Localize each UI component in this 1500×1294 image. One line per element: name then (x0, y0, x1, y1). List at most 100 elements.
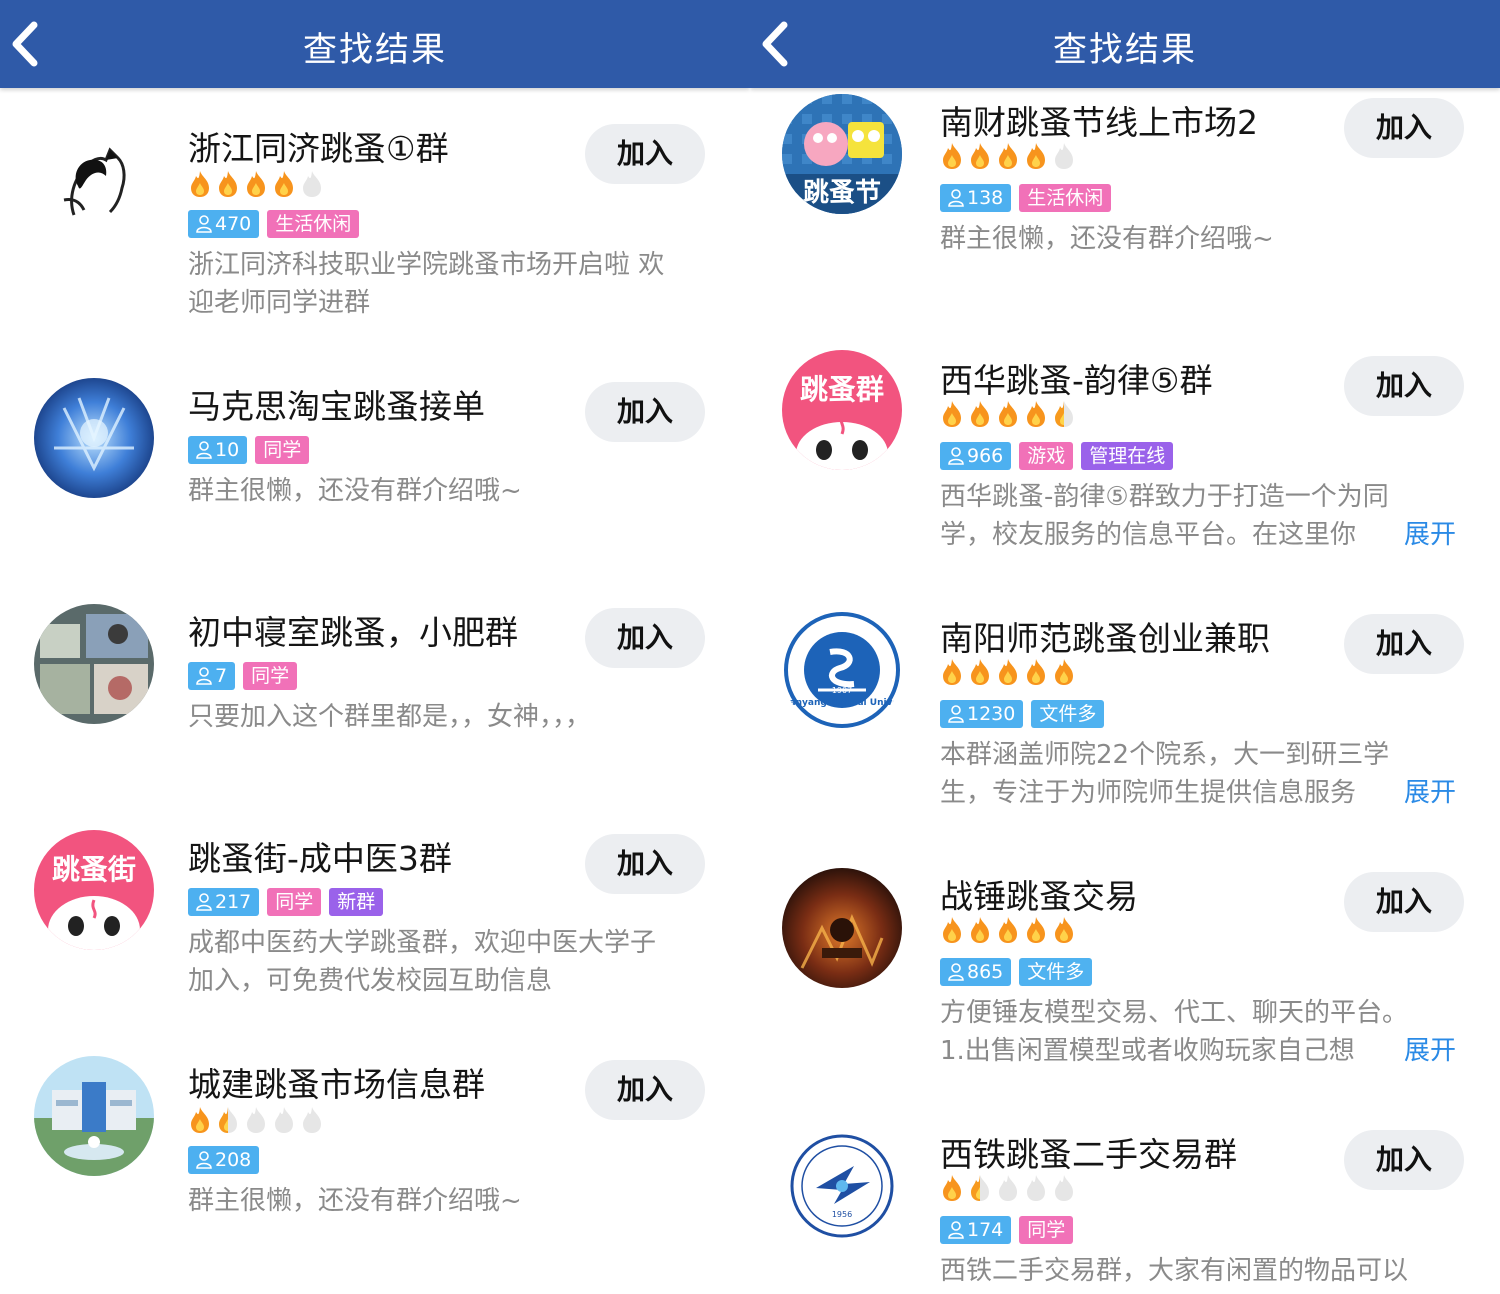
flame-icon (1055, 143, 1073, 169)
join-button[interactable]: 加入 (585, 382, 705, 442)
member-count-badge: 7 (188, 662, 236, 690)
tag-row: 10 同学 (188, 436, 310, 464)
expand-link[interactable]: 展开 (1370, 1032, 1457, 1070)
flame-icon (971, 401, 989, 427)
group-description: 方便锤友模型交易、代工、聊天的平台。 (940, 998, 1409, 1028)
category-tag: 生活休闲 (1019, 184, 1112, 212)
flame-icon (943, 659, 961, 685)
group-name[interactable]: 初中寝室跳蚤，小肥群 (188, 606, 518, 654)
member-count: 966 (967, 445, 1004, 467)
tag-row: 470 生活休闲 (188, 210, 360, 238)
member-count-badge: 10 (188, 436, 248, 464)
flame-icon (275, 171, 293, 197)
join-button[interactable]: 加入 (585, 834, 705, 894)
avatar-image (34, 604, 154, 724)
flame-icon (1055, 659, 1073, 685)
join-button[interactable]: 加入 (585, 608, 705, 668)
group-name[interactable]: 跳蚤街-成中医3群 (188, 832, 452, 880)
person-icon (948, 1221, 964, 1239)
group-avatar[interactable] (34, 604, 154, 724)
group-name[interactable]: 西铁跳蚤二手交易群 (940, 1128, 1237, 1176)
group-name[interactable]: 南阳师范跳蚤创业兼职 (940, 612, 1270, 660)
category-tag: 游戏 (1019, 442, 1074, 470)
group-name[interactable]: 马克思淘宝跳蚤接单 (188, 380, 485, 428)
flame-icon (943, 401, 961, 427)
group-avatar[interactable]: 跳蚤节 (782, 94, 902, 214)
rating-flames (940, 400, 1076, 428)
screen-left: 查找结果 浙江同济跳蚤①群 加入 470 生活休闲 浙江同济科技职业学院跳蚤市场开启啦 … (0, 0, 750, 1294)
tag-row: 208 (188, 1146, 260, 1174)
expand-link[interactable]: 展开 (1370, 774, 1457, 812)
group-avatar[interactable]: 跳蚤街 (34, 830, 154, 950)
group-name[interactable]: 西华跳蚤-韵律⑤群 (940, 354, 1213, 402)
tag-row: 1230 文件多 (940, 700, 1105, 728)
member-count: 138 (967, 187, 1004, 209)
join-button[interactable]: 加入 (1344, 872, 1464, 932)
group-name[interactable]: 浙江同济跳蚤①群 (188, 122, 449, 170)
flame-icon (1027, 143, 1045, 169)
rating-flames (940, 142, 1076, 170)
group-name[interactable]: 战锤跳蚤交易 (940, 870, 1138, 918)
person-icon (196, 893, 212, 911)
group-name[interactable]: 城建跳蚤市场信息群 (188, 1058, 485, 1106)
group-name[interactable]: 南财跳蚤节线上市场2 (940, 96, 1258, 144)
join-button[interactable]: 加入 (585, 1060, 705, 1120)
group-description: 群主很懒，还没有群介绍哦~ (188, 476, 522, 506)
member-count-badge: 966 (940, 442, 1012, 470)
member-count-badge: 138 (940, 184, 1012, 212)
join-button[interactable]: 加入 (585, 124, 705, 184)
tag-row: 7 同学 (188, 662, 298, 690)
join-button[interactable]: 加入 (1344, 614, 1464, 674)
flame-icon (191, 1107, 209, 1133)
person-icon (948, 705, 964, 723)
group-avatar[interactable] (34, 378, 154, 498)
avatar-year: 1907 (831, 686, 853, 695)
member-count: 470 (215, 213, 252, 235)
page-title: 查找结果 (1053, 30, 1197, 70)
flame-icon (219, 171, 237, 197)
group-avatar[interactable]: 1956 (782, 1126, 902, 1246)
member-count: 7 (215, 665, 228, 687)
join-button[interactable]: 加入 (1344, 98, 1464, 158)
group-avatar[interactable] (34, 1056, 154, 1176)
avatar-text: 跳蚤群 (799, 373, 884, 406)
member-count: 1230 (967, 703, 1016, 725)
category-tag: 新群 (329, 888, 384, 916)
group-description: 加入，可免费代发校园互助信息 (188, 966, 553, 996)
group-avatar[interactable] (34, 120, 154, 240)
person-icon (196, 1151, 212, 1169)
flame-icon (971, 1175, 989, 1201)
person-icon (196, 441, 212, 459)
flame-icon (1027, 659, 1045, 685)
navbar: 查找结果 (750, 0, 1500, 88)
group-avatar[interactable]: 跳蚤群 (782, 350, 902, 470)
group-description: 西铁二手交易群，大家有闲置的物品可以 (940, 1256, 1409, 1286)
flame-icon (943, 143, 961, 169)
flame-icon (275, 1107, 293, 1133)
tag-row: 174 同学 (940, 1216, 1074, 1244)
group-description: 迎老师同学进群 (188, 288, 371, 318)
member-count-badge: 470 (188, 210, 260, 238)
flame-icon (999, 917, 1017, 943)
member-count-badge: 865 (940, 958, 1012, 986)
flame-icon (999, 143, 1017, 169)
expand-link[interactable]: 展开 (1370, 516, 1457, 554)
screen-right: 查找结果 跳蚤节 南财跳蚤节线上市场2 加入 138 生活休闲 群主很懒，还没有群介绍哦~… (750, 0, 1500, 1294)
join-button[interactable]: 加入 (1344, 1130, 1464, 1190)
avatar-text: Nanyang Normal University (782, 698, 902, 708)
member-count-badge: 1230 (940, 700, 1024, 728)
avatar-year: 1956 (831, 1210, 853, 1219)
tag-row: 138 生活休闲 (940, 184, 1112, 212)
group-description: 只要加入这个群里都是，，女神，，， (188, 702, 592, 732)
flame-icon (1055, 1175, 1073, 1201)
flame-icon (971, 917, 989, 943)
category-tag: 同学 (243, 662, 298, 690)
group-avatar[interactable]: Nanyang Normal University 1907 (782, 610, 902, 730)
group-avatar[interactable] (782, 868, 902, 988)
join-button[interactable]: 加入 (1344, 356, 1464, 416)
person-icon (196, 667, 212, 685)
page-title: 查找结果 (303, 30, 447, 70)
member-count: 217 (215, 891, 252, 913)
rating-flames (940, 658, 1076, 686)
category-tag: 管理在线 (1081, 442, 1174, 470)
